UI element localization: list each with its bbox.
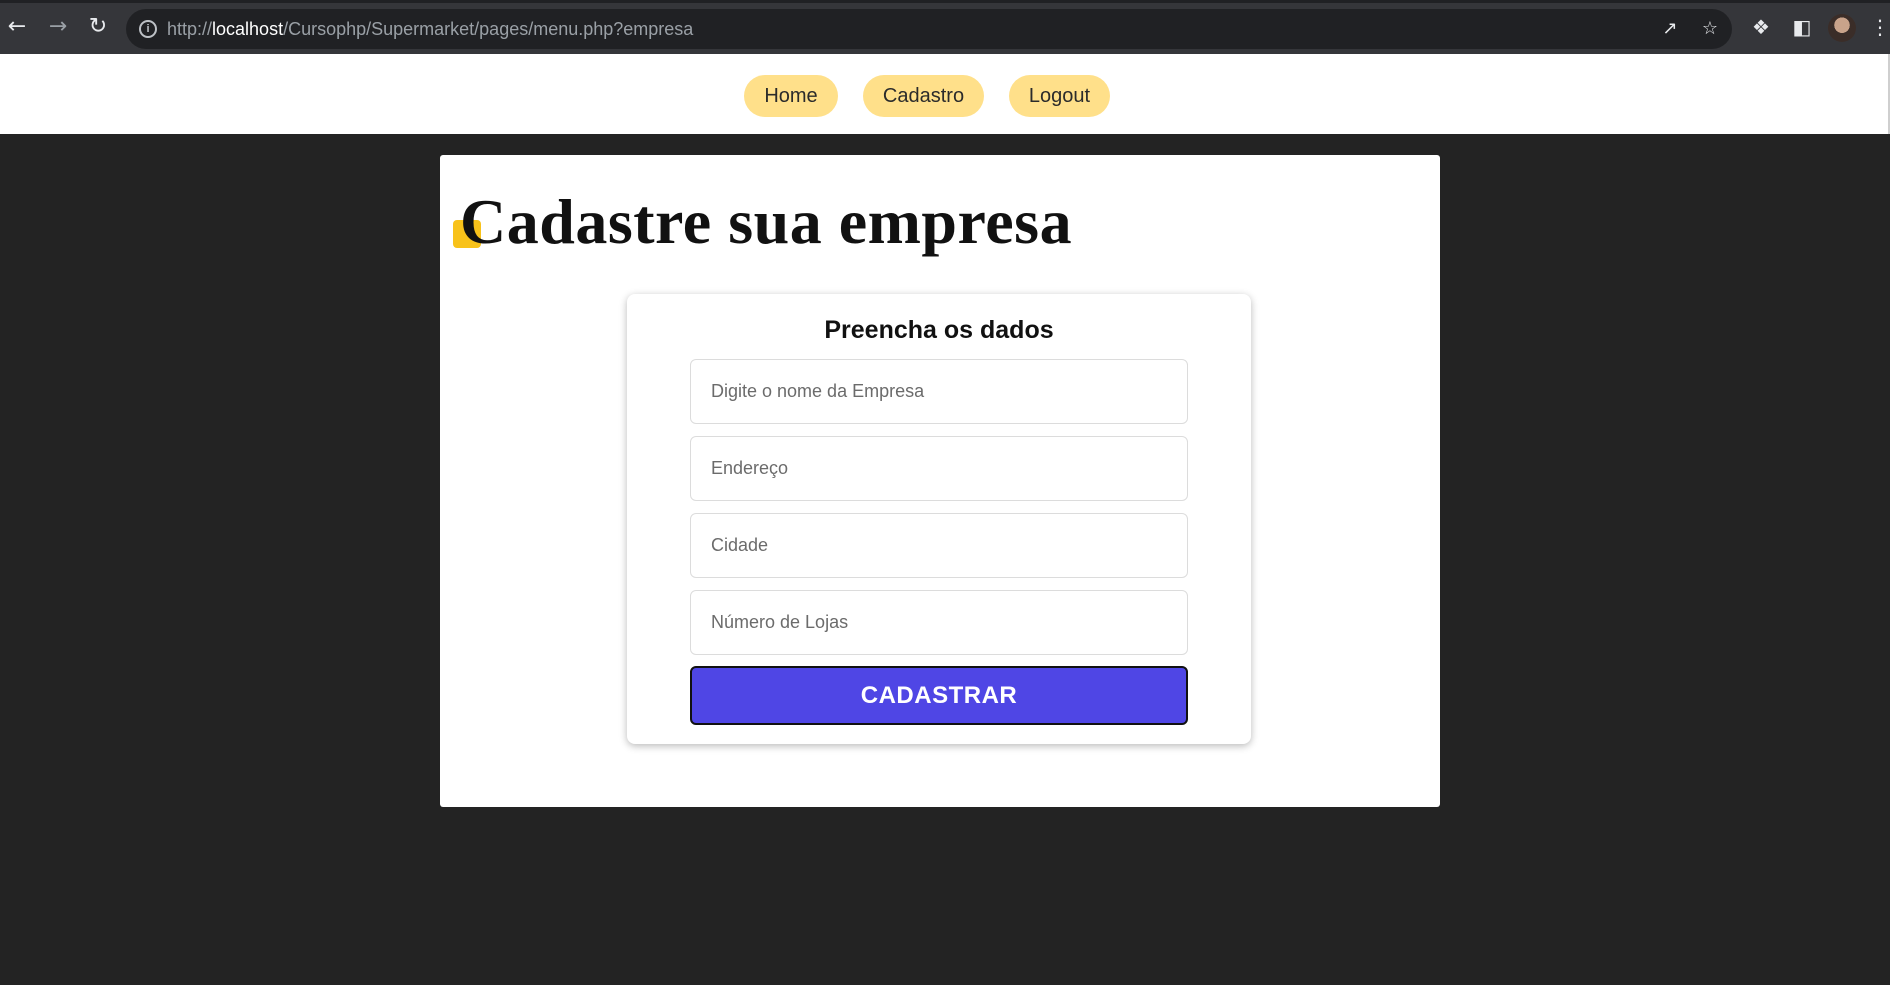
company-name-input[interactable] bbox=[690, 359, 1188, 424]
store-count-input[interactable] bbox=[690, 590, 1188, 655]
nav-item-cadastro[interactable]: Cadastro bbox=[863, 75, 984, 117]
url-host: localhost bbox=[212, 19, 284, 39]
address-input[interactable] bbox=[690, 436, 1188, 501]
city-input[interactable] bbox=[690, 513, 1188, 578]
info-icon[interactable]: i bbox=[139, 20, 157, 38]
address-bar[interactable]: i http://localhost/Cursophp/Supermarket/… bbox=[126, 9, 1732, 49]
page-title: Cadastre sua empresa bbox=[460, 186, 1073, 257]
browser-toolbar: ← → ↻ i http://localhost/Cursophp/Superm… bbox=[0, 0, 1890, 54]
top-navigation: Home Cadastro Logout bbox=[0, 54, 1890, 134]
main-content-card: Cadastre sua empresa Preencha os dados C… bbox=[440, 155, 1440, 807]
avatar[interactable] bbox=[1828, 14, 1856, 42]
form-title: Preencha os dados bbox=[824, 316, 1054, 344]
url-text[interactable]: http://localhost/Cursophp/Supermarket/pa… bbox=[167, 19, 693, 40]
nav-item-logout[interactable]: Logout bbox=[1009, 75, 1110, 117]
reload-icon[interactable]: ↻ bbox=[85, 14, 111, 40]
url-path: /Cursophp/Supermarket/pages/menu.php?emp… bbox=[283, 19, 694, 39]
forward-arrow-icon[interactable]: → bbox=[45, 14, 71, 40]
nav-item-home[interactable]: Home bbox=[744, 75, 838, 117]
tab-strip-edge bbox=[0, 0, 1890, 3]
company-registration-form: Preencha os dados CADASTRAR bbox=[627, 294, 1251, 744]
star-icon[interactable]: ☆ bbox=[1698, 17, 1722, 41]
side-panel-icon[interactable]: ◧ bbox=[1789, 14, 1815, 40]
url-prefix: http:// bbox=[167, 19, 213, 39]
share-icon[interactable]: ↗ bbox=[1658, 17, 1682, 41]
kebab-menu-icon[interactable]: ⋮ bbox=[1870, 14, 1890, 40]
back-arrow-icon[interactable]: ← bbox=[4, 14, 30, 40]
puzzle-icon[interactable]: ❖ bbox=[1748, 14, 1774, 40]
register-button[interactable]: CADASTRAR bbox=[690, 666, 1188, 725]
